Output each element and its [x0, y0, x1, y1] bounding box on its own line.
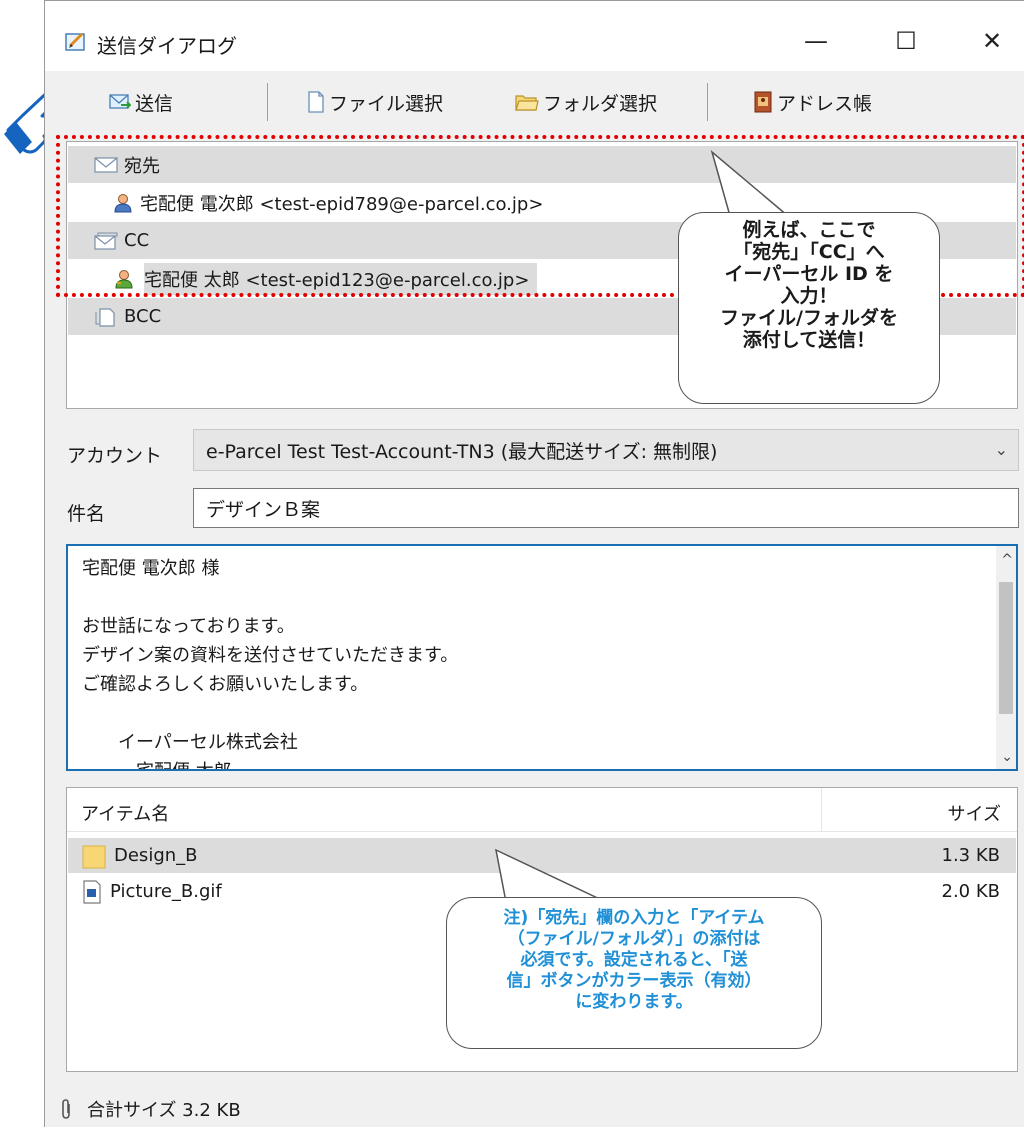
- callout-line: 「宛先」「CC」へ: [733, 241, 885, 263]
- address-book-label: アドレス帳: [777, 92, 873, 115]
- gif-file-icon: [83, 879, 101, 904]
- address-book-button[interactable]: アドレス帳: [753, 87, 872, 117]
- folder-icon: [515, 95, 539, 111]
- callout-line: 必須です。設定されると、「送: [520, 950, 748, 970]
- toolbar: 送信 ファイル選択 フォルダ選択 アドレス帳: [45, 73, 1024, 129]
- chevron-down-icon[interactable]: ⌄: [995, 440, 1008, 459]
- minimize-button[interactable]: —: [793, 21, 839, 61]
- item-row[interactable]: Design_B 1.3 KB: [68, 838, 1016, 873]
- cc-recipient-text: 宅配便 太郎 <test-epid123@e-parcel.co.jp>: [144, 262, 538, 295]
- column-header-size[interactable]: サイズ: [948, 800, 1001, 826]
- scroll-up-icon[interactable]: ^: [1001, 552, 1013, 568]
- subject-label: 件名: [67, 503, 106, 525]
- callout-line: 添付して送信！: [742, 329, 876, 351]
- toolbar-divider: [707, 83, 708, 121]
- item-size-text: 1.3 KB: [941, 845, 1001, 866]
- item-size-text: 2.0 KB: [941, 881, 1001, 902]
- maximize-button[interactable]: ☐: [883, 21, 929, 61]
- message-body-textarea[interactable]: 宅配便 電次郎 様 お世話になっております。 デザイン案の資料を送付させていただ…: [66, 544, 1018, 771]
- folder-select-label: フォルダ選択: [543, 92, 658, 115]
- column-divider[interactable]: [821, 788, 822, 832]
- address-book-icon: [754, 91, 772, 113]
- title-bar: 送信ダイアログ — ☐ ✕: [45, 1, 1024, 71]
- bcc-document-icon: [95, 307, 115, 327]
- callout-line: イーパーセル ID を: [724, 263, 894, 285]
- subject-value: デザインＢ案: [206, 498, 321, 521]
- message-body-text: 宅配便 電次郎 様 お世話になっております。 デザイン案の資料を送付させていただ…: [82, 558, 459, 769]
- app-icon: [65, 32, 85, 51]
- account-select[interactable]: e-Parcel Test Test-Account-TN3 (最大配送サイズ:…: [193, 429, 1019, 471]
- cc-label: CC: [124, 230, 150, 251]
- column-header-name[interactable]: アイテム名: [81, 800, 169, 826]
- status-bar: 合計サイズ 3.2 KB: [45, 1089, 1024, 1127]
- file-select-label: ファイル選択: [329, 92, 444, 115]
- file-select-button[interactable]: ファイル選択: [307, 87, 443, 117]
- callout-line: ファイル/フォルダを: [720, 307, 898, 329]
- items-header: アイテム名 サイズ: [67, 788, 1017, 832]
- cc-envelope-icon: [94, 232, 118, 250]
- item-name-text: Design_B: [114, 845, 198, 866]
- to-group-header[interactable]: 宛先: [68, 146, 1016, 183]
- user-add-icon: [115, 269, 133, 288]
- callout-line: 信」ボタンがカラー表示（有効）: [506, 971, 762, 991]
- send-mail-icon: [109, 94, 131, 109]
- callout-line: 入力！: [780, 285, 838, 307]
- toolbar-divider: [267, 83, 268, 121]
- user-icon: [114, 193, 132, 212]
- item-name-text: Picture_B.gif: [110, 881, 222, 902]
- bcc-label: BCC: [124, 306, 162, 327]
- envelope-icon: [94, 156, 118, 173]
- callout-line: （ファイル/フォルダ）」の添付は: [507, 929, 761, 949]
- file-icon: [308, 91, 324, 113]
- to-recipient-text: 宅配便 電次郎 <test-epid789@e-parcel.co.jp>: [140, 193, 544, 215]
- scrollbar-thumb[interactable]: [999, 582, 1013, 714]
- window-title: 送信ダイアログ: [97, 34, 237, 58]
- callout-line: 注)「宛先」欄の入力と「アイテム: [503, 908, 765, 928]
- callout-recipient-hint: 例えば、ここで 「宛先」「CC」へ イーパーセル ID を 入力！ ファイル/フ…: [678, 212, 940, 404]
- folder-select-button[interactable]: フォルダ選択: [515, 87, 657, 117]
- callout-required-note: 注)「宛先」欄の入力と「アイテム （ファイル/フォルダ）」の添付は 必須です。設…: [446, 897, 822, 1049]
- subject-input[interactable]: デザインＢ案: [193, 488, 1019, 528]
- callout-line: 例えば、ここで: [742, 219, 876, 241]
- send-button[interactable]: 送信: [109, 87, 173, 117]
- close-button[interactable]: ✕: [969, 21, 1015, 61]
- total-size-text: 合計サイズ 3.2 KB: [87, 1099, 241, 1121]
- scroll-down-icon[interactable]: ⌄: [1001, 749, 1013, 765]
- folder-icon: [82, 845, 106, 868]
- to-label: 宛先: [124, 155, 160, 177]
- send-label: 送信: [135, 92, 174, 115]
- paperclip-icon: [62, 1098, 70, 1119]
- account-value: e-Parcel Test Test-Account-TN3 (最大配送サイズ:…: [206, 440, 718, 463]
- account-label: アカウント: [67, 445, 163, 467]
- vertical-scrollbar[interactable]: ^ ⌄: [996, 546, 1016, 769]
- callout-line: に変わります。: [575, 992, 693, 1012]
